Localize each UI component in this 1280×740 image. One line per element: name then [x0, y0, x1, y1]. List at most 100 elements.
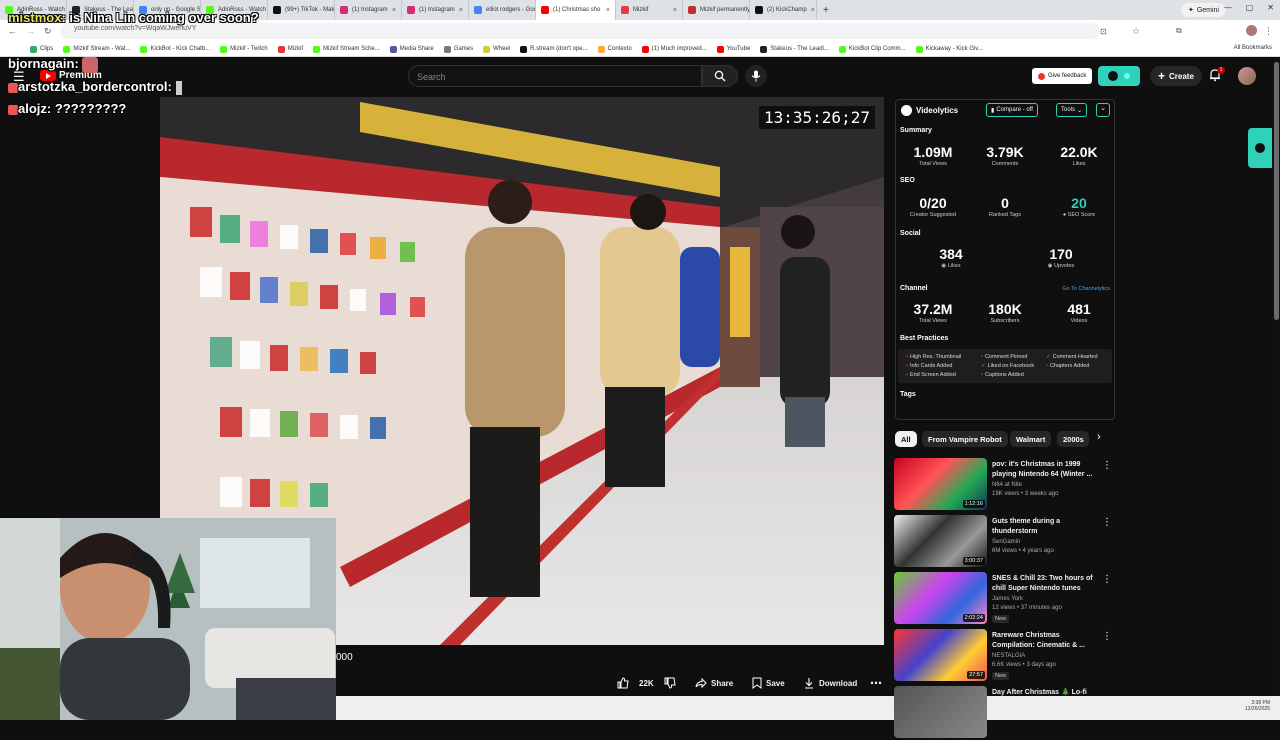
bookmark-item[interactable]: Clips — [30, 45, 53, 53]
video-title[interactable]: Guts theme during a thunderstorm — [992, 517, 1102, 537]
browser-tab[interactable]: (2) KickChamp × — [750, 0, 817, 20]
bookmark-item[interactable]: Stakeus - The Leadi... — [760, 45, 829, 53]
channel-name[interactable]: N64 at Nite — [992, 482, 1022, 488]
chip-2000s[interactable]: 2000s — [1057, 431, 1089, 447]
browser-tab[interactable]: (1) Instagram × — [402, 0, 469, 20]
chip-walmart[interactable]: Walmart — [1010, 431, 1052, 447]
collapse-button[interactable]: ⌄ — [1096, 103, 1110, 117]
video-thumbnail[interactable]: 1:12:16 — [894, 458, 987, 510]
chat-message: mistmox: is Nina Lin coming over soon? — [8, 10, 259, 25]
scrollbar-thumb[interactable] — [1274, 62, 1279, 320]
forward-icon[interactable]: → — [26, 26, 35, 36]
bookmark-item[interactable]: Mizkif — [277, 45, 303, 53]
install-icon[interactable]: ⊡ — [1100, 27, 1107, 36]
bookmark-item[interactable]: R.stream (don't ope... — [520, 45, 588, 53]
browser-tab[interactable]: Mizkif × — [616, 0, 683, 20]
share-button[interactable]: Share — [695, 673, 733, 693]
menu-icon[interactable]: ⋮ — [1264, 26, 1273, 37]
search-input[interactable]: Search — [408, 65, 702, 87]
like-button[interactable]: 22K — [617, 673, 654, 693]
video-title[interactable]: SNES & Chill 23: Two hours of chill Supe… — [992, 574, 1102, 594]
download-button[interactable]: Download — [803, 673, 857, 693]
close-tab-icon[interactable]: × — [459, 7, 463, 14]
account-avatar[interactable] — [1238, 67, 1256, 85]
videolytics-toggle-button[interactable] — [1098, 66, 1140, 86]
bookmark-item[interactable]: Mizkif Stream Sche... — [313, 45, 380, 53]
chevron-right-icon[interactable]: › — [1097, 431, 1101, 443]
bookmark-item[interactable]: Media Share — [389, 45, 434, 53]
recommended-video[interactable]: 3:00:37 Guts theme during a thunderstorm S… — [894, 515, 1116, 569]
recommended-video[interactable]: 27:57 Rareware Christmas Compilation: Cin… — [894, 629, 1116, 683]
bookmark-item[interactable]: KickBot Clip Comm... — [838, 45, 906, 53]
search-button[interactable] — [702, 65, 738, 87]
bookmark-item[interactable]: Kickaway - Kick Giv... — [915, 45, 983, 53]
recommended-video[interactable]: 1:12:16 pov: it's Christmas in 1999 playi… — [894, 458, 1116, 512]
save-button[interactable]: Save — [752, 673, 785, 693]
close-tab-icon[interactable]: × — [673, 7, 677, 14]
give-feedback-button[interactable]: Give feedback — [1032, 68, 1093, 84]
recommended-video[interactable]: 2:02:24 SNES & Chill 23: Two hours of chi… — [894, 572, 1116, 626]
bookmark-item[interactable]: Mizkif - Twitch — [220, 45, 268, 53]
voice-search-button[interactable] — [745, 65, 767, 87]
video-thumbnail[interactable] — [894, 686, 987, 738]
channel-name[interactable]: James York — [992, 596, 1023, 602]
recommended-video[interactable]: Day After Christmas 🎄 Lo-fi — [894, 686, 1116, 740]
bookmark-favicon-icon — [313, 45, 321, 53]
more-actions-icon[interactable]: ⋯ — [870, 673, 882, 693]
all-bookmarks[interactable]: All Bookmarks — [1234, 45, 1272, 51]
chip-all[interactable]: All — [895, 431, 917, 447]
browser-tab[interactable]: (1) Instagram × — [335, 0, 402, 20]
bookmark-star-icon[interactable]: ☆ — [1132, 26, 1140, 37]
videolytics-side-button[interactable] — [1248, 128, 1272, 168]
more-options-icon[interactable]: ⋮ — [1102, 631, 1112, 642]
close-tab-icon[interactable]: × — [392, 7, 396, 14]
more-options-icon[interactable]: ⋮ — [1102, 574, 1112, 585]
browser-tab[interactable]: (99+) TikTok - Make Y× — [268, 0, 335, 20]
bookmark-item[interactable]: (1) Much improved... — [641, 45, 707, 53]
video-title[interactable]: pov: it's Christmas in 1999 playing Nint… — [992, 460, 1102, 480]
tools-dropdown[interactable]: Tools ⌄ — [1056, 103, 1088, 117]
gemini-button[interactable]: ✦ Gemini — [1180, 3, 1226, 17]
browser-tab[interactable]: Mizkif permanently× — [683, 0, 750, 20]
streamer-webcam — [0, 518, 336, 720]
bookmark-item[interactable]: Wheel — [483, 45, 510, 53]
bookmark-item[interactable]: Contexto — [597, 45, 632, 53]
new-tab-icon[interactable]: + — [817, 5, 835, 16]
bookmark-label: Mizkif Stream Sche... — [323, 46, 380, 52]
create-button[interactable]: + Create — [1150, 66, 1202, 86]
more-options-icon[interactable]: ⋮ — [1102, 460, 1112, 471]
video-title[interactable]: Day After Christmas 🎄 Lo-fi — [992, 688, 1102, 698]
maximize-icon[interactable]: ▢ — [1246, 3, 1254, 12]
profile-icon[interactable] — [1246, 25, 1257, 36]
reload-icon[interactable]: ↻ — [44, 26, 52, 37]
bookmark-item[interactable]: Mizkif Stream - Wat... — [63, 45, 130, 53]
close-window-icon[interactable]: ✕ — [1267, 3, 1274, 12]
omnibox[interactable] — [60, 23, 1100, 39]
more-options-icon[interactable]: ⋮ — [1102, 517, 1112, 528]
bookmark-item[interactable]: YouTube — [716, 45, 750, 53]
close-tab-icon[interactable]: × — [606, 7, 610, 14]
extensions-icon[interactable]: ⧉ — [1176, 26, 1182, 36]
compare-toggle[interactable]: ▮ Compare - off — [986, 103, 1038, 117]
video-thumbnail[interactable]: 2:02:24 — [894, 572, 987, 624]
video-thumbnail[interactable]: 3:00:37 — [894, 515, 987, 567]
channelytics-link[interactable]: Go To Channelytics — [1062, 286, 1110, 292]
video-title[interactable]: Rareware Christmas Compilation: Cinemati… — [992, 631, 1102, 651]
bookmark-label: Contexto — [607, 46, 632, 52]
browser-tab[interactable]: elliot rodgers - Googl× — [469, 0, 536, 20]
dislike-button[interactable] — [664, 673, 676, 693]
video-thumbnail[interactable]: 27:57 — [894, 629, 987, 681]
channel-name[interactable]: NESTALGIA — [992, 653, 1025, 659]
back-icon[interactable]: ← — [8, 26, 17, 36]
bookmark-item[interactable]: Games — [443, 45, 473, 53]
bookmark-item[interactable]: KickBot - Kick Chatb... — [140, 45, 210, 53]
channel-name[interactable]: SenGamin — [992, 539, 1020, 545]
save-label: Save — [766, 678, 785, 688]
bookmark-label: Media Share — [399, 46, 434, 52]
stat-social-likes: 384 ◉ Likes — [916, 246, 986, 269]
share-icon — [695, 677, 707, 689]
close-tab-icon[interactable]: × — [811, 7, 815, 14]
minimize-icon[interactable]: — — [1224, 3, 1232, 12]
chip-from-vampire-robot[interactable]: From Vampire Robot — [922, 431, 1008, 447]
browser-tab[interactable]: (1) Christmas sho × — [536, 0, 616, 20]
